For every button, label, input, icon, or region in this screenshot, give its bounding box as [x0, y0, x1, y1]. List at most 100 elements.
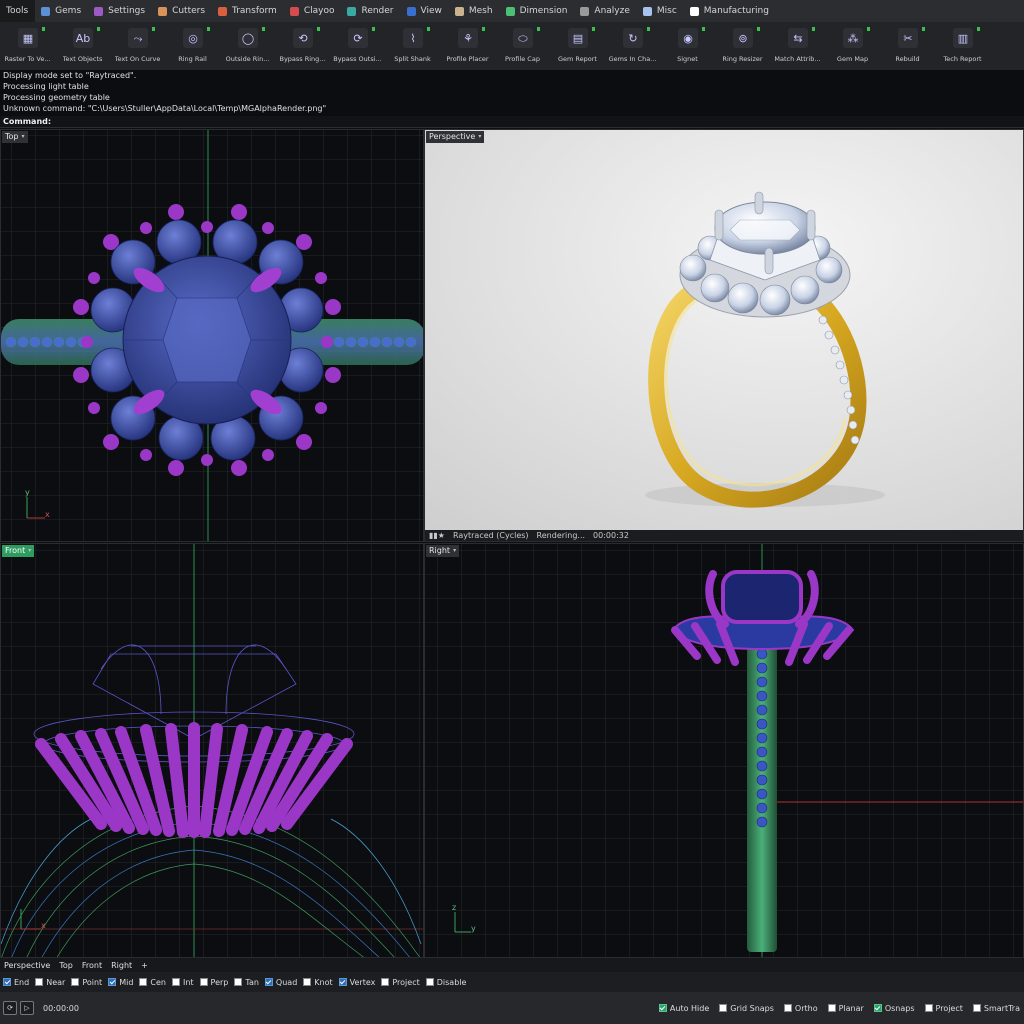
checkbox[interactable] [139, 978, 148, 986]
tool-label: Gem Map [836, 55, 869, 63]
tab-mesh[interactable]: Mesh [449, 0, 500, 22]
record-icon[interactable]: ⟳ [3, 1001, 17, 1015]
checkbox[interactable] [972, 1004, 981, 1012]
chevron-down-icon[interactable]: ▾ [453, 545, 456, 557]
checkbox[interactable] [264, 978, 273, 986]
bypass-outsi-button[interactable]: ⟳ Bypass Outsi... [330, 22, 385, 70]
checkbox[interactable] [171, 978, 180, 986]
split-shank-button[interactable]: ⌇ Split Shank [385, 22, 440, 70]
viewport-tab-perspective[interactable]: Perspective [4, 961, 50, 970]
tab-analyze[interactable]: Analyze [574, 0, 636, 22]
bypass-ring-button[interactable]: ⟲ Bypass Ring... [275, 22, 330, 70]
viewport-top-tab[interactable]: Top ▾ [2, 131, 28, 143]
checkbox[interactable] [873, 1004, 882, 1012]
ring-rail-button[interactable]: ◎ Ring Rail [165, 22, 220, 70]
osnap-point[interactable]: Point [71, 978, 102, 987]
osnap-mid[interactable]: Mid [108, 978, 133, 987]
chevron-down-icon[interactable]: ▾ [28, 545, 31, 557]
checkbox[interactable] [35, 978, 44, 986]
render-mode: Raytraced (Cycles) [452, 531, 529, 540]
viewport-tab-right[interactable]: Right [111, 961, 132, 970]
tab-dimension[interactable]: Dimension [500, 0, 575, 22]
checkbox[interactable] [338, 978, 347, 986]
play-icon[interactable]: ▷ [20, 1001, 34, 1015]
checkbox[interactable] [425, 978, 434, 986]
raster-to-ve-button[interactable]: ▦ Raster To Ve... [0, 22, 55, 70]
osnap-perp[interactable]: Perp [199, 978, 228, 987]
toggle-osnaps[interactable]: Osnaps [873, 1004, 915, 1013]
osnap-disable[interactable]: Disable [425, 978, 466, 987]
viewport-tab-front[interactable]: Front [82, 961, 102, 970]
chevron-down-icon[interactable]: ▾ [478, 131, 481, 143]
osnap-quad[interactable]: Quad [264, 978, 297, 987]
rebuild-button[interactable]: ✂ Rebuild [880, 22, 935, 70]
checkbox[interactable] [924, 1004, 933, 1012]
toggle-planar[interactable]: Planar [827, 1004, 864, 1013]
osnap-near[interactable]: Near [35, 978, 65, 987]
osnap-project[interactable]: Project [381, 978, 420, 987]
checkbox[interactable] [71, 978, 80, 986]
viewport-right-tab[interactable]: Right ▾ [426, 545, 460, 557]
osnap-knot[interactable]: Knot [303, 978, 333, 987]
checkbox[interactable] [234, 978, 243, 986]
ring-resizer-button[interactable]: ⊚ Ring Resizer [715, 22, 770, 70]
checkbox[interactable] [719, 1004, 728, 1012]
tab-cutters[interactable]: Cutters [152, 0, 212, 22]
checkbox[interactable] [3, 978, 11, 986]
gems-in-cha-button[interactable]: ↻ Gems In Cha... [605, 22, 660, 70]
tab-render[interactable]: Render [341, 0, 400, 22]
gem-report-button[interactable]: ▤ Gem Report [550, 22, 605, 70]
tool-label: Tech Report [943, 55, 982, 63]
viewport-right[interactable]: Right ▾ z y [424, 543, 1024, 958]
viewport-front[interactable]: Front ▾ x [0, 543, 424, 958]
svg-text:⊚: ⊚ [738, 32, 747, 45]
profile-cap-button[interactable]: ⬭ Profile Cap [495, 22, 550, 70]
tab-view[interactable]: View [401, 0, 449, 22]
tab-transform[interactable]: Transform [212, 0, 284, 22]
toggle-smarttra[interactable]: SmartTra [972, 1004, 1020, 1013]
viewport-perspective-tab[interactable]: Perspective ▾ [426, 131, 485, 143]
toggle-auto-hide[interactable]: Auto Hide [658, 1004, 709, 1013]
checkbox[interactable] [381, 978, 390, 986]
checkbox[interactable] [303, 978, 312, 986]
tab-misc[interactable]: Misc [637, 0, 684, 22]
tab-gems[interactable]: Gems [35, 0, 88, 22]
text-objects-button[interactable]: Ab Text Objects [55, 22, 110, 70]
checkbox[interactable] [108, 978, 117, 986]
viewport-top[interactable]: Top ▾ y x [0, 129, 424, 542]
checkbox[interactable] [658, 1004, 667, 1012]
osnap-vertex[interactable]: Vertex [338, 978, 375, 987]
viewport-perspective[interactable]: Perspective ▾ ▮▮★ Raytraced (Cycles) Ren… [424, 129, 1024, 542]
toggle-ortho[interactable]: Ortho [783, 1004, 818, 1013]
osnap-end[interactable]: End [3, 978, 29, 987]
tab-manufacturing[interactable]: Manufacturing [684, 0, 776, 22]
text-on-curve-button[interactable]: ⤳ Text On Curve [110, 22, 165, 70]
render-tab-icon [347, 6, 357, 16]
command-prompt[interactable]: Command: [0, 116, 1024, 128]
osnap-tan[interactable]: Tan [234, 978, 259, 987]
add-viewport-button[interactable]: + [141, 961, 148, 970]
checkbox[interactable] [783, 1004, 792, 1012]
tool-label: Rebuild [895, 55, 920, 63]
toggle-grid-snaps[interactable]: Grid Snaps [719, 1004, 774, 1013]
tab-settings[interactable]: Settings [88, 0, 152, 22]
match-attrib-button[interactable]: ⇆ Match Attrib... [770, 22, 825, 70]
viewport-tab-top[interactable]: Top [59, 961, 73, 970]
osnap-label: Near [46, 977, 66, 987]
tab-clayoo[interactable]: Clayoo [284, 0, 342, 22]
profile-placer-button[interactable]: ⚘ Profile Placer [440, 22, 495, 70]
checkbox[interactable] [827, 1004, 836, 1012]
chevron-down-icon[interactable]: ▾ [22, 131, 25, 143]
osnap-cen[interactable]: Cen [139, 978, 166, 987]
outside-rin-button[interactable]: ◯ Outside Rin... [220, 22, 275, 70]
gem-map-button[interactable]: ⁂ Gem Map [825, 22, 880, 70]
viewport-front-tab[interactable]: Front ▾ [2, 545, 35, 557]
checkbox[interactable] [199, 978, 208, 986]
tech-report-button[interactable]: ▥ Tech Report [935, 22, 990, 70]
signet-button[interactable]: ◉ Signet [660, 22, 715, 70]
toggle-project[interactable]: Project [924, 1004, 963, 1013]
viewport-top-label: Top [5, 132, 19, 141]
osnap-int[interactable]: Int [171, 978, 194, 987]
tab-tools[interactable]: Tools [0, 0, 36, 22]
render-control-icon[interactable]: ▮▮★ [429, 530, 445, 541]
